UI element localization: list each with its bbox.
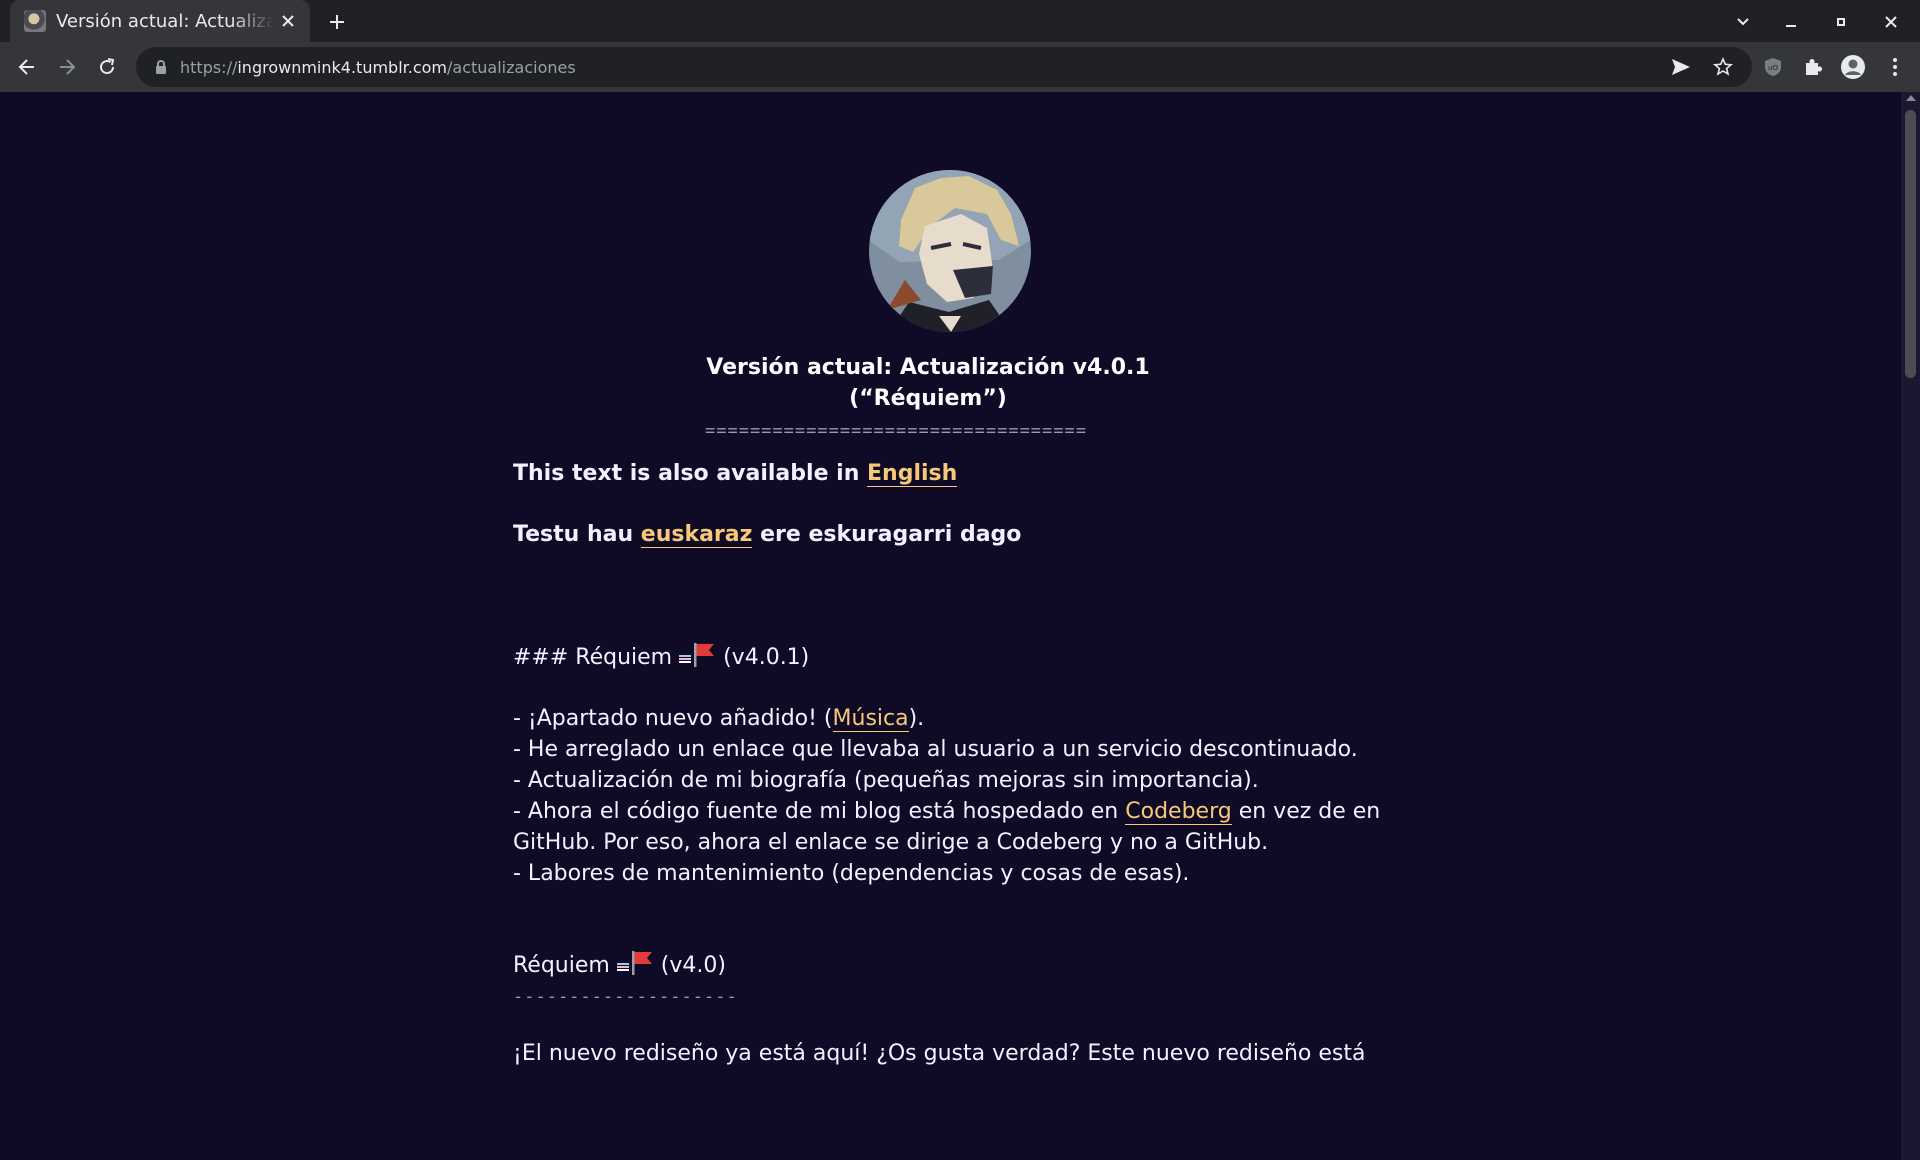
page-scrollbar[interactable] [1901, 92, 1920, 1160]
bullet-codeberg-continued: GitHub. Por eso, ahora el enlace se diri… [513, 830, 1269, 855]
minimize-icon[interactable] [1776, 7, 1806, 37]
bookmark-star-icon[interactable] [1708, 52, 1738, 82]
page-viewport: Versión actual: Actualización v4.0.1 (“R… [0, 92, 1901, 1160]
url-scheme: https:// [180, 57, 238, 77]
tab-strip: Versión actual: Actualización v4.0.1 [0, 0, 1920, 42]
red-flag-icon [630, 950, 654, 985]
bullet-fixed-link: - He arreglado un enlace que llevaba al … [513, 737, 1358, 762]
trans-flag-icon [679, 645, 692, 676]
scrollbar-thumb[interactable] [1905, 110, 1916, 378]
close-window-icon[interactable] [1876, 7, 1906, 37]
trans-flag-icon [616, 953, 629, 984]
forward-icon[interactable] [52, 52, 82, 82]
favicon-icon [24, 10, 46, 32]
browser-menu-icon[interactable] [1880, 52, 1910, 82]
close-tab-icon[interactable] [276, 9, 300, 33]
send-icon[interactable] [1666, 52, 1696, 82]
post-title-line2: (“Réquiem”) [849, 386, 1007, 411]
new-tab-icon[interactable] [322, 7, 352, 37]
bullet-codeberg: - Ahora el código fuente de mi blog está… [513, 799, 1381, 825]
section-heading-v401: ### Réquiem (v4.0.1) [513, 642, 809, 677]
section-heading-v40: Réquiem (v4.0) [513, 950, 726, 985]
basque-availability-note: Testu hau euskaraz ere eskuragarri dago [513, 522, 1022, 548]
url-path: /actualizaciones [447, 57, 576, 77]
svg-text:uO: uO [1768, 64, 1778, 72]
address-bar[interactable]: https://ingrownmink4.tumblr.com/actualiz… [136, 47, 1752, 87]
partial-paragraph: ¡El nuevo rediseño ya está aquí! ¿Os gus… [513, 1041, 1366, 1066]
extensions-puzzle-icon[interactable] [1798, 52, 1828, 82]
post-title-line1: Versión actual: Actualización v4.0.1 [706, 355, 1150, 380]
bullet-new-section: - ¡Apartado nuevo añadido! (Música). [513, 706, 925, 732]
tab-search-chevron-icon[interactable] [1728, 7, 1758, 37]
red-flag-icon [692, 642, 716, 677]
reload-icon[interactable] [92, 52, 122, 82]
euskaraz-link[interactable]: euskaraz [640, 522, 753, 548]
browser-tab[interactable]: Versión actual: Actualización v4.0.1 [10, 0, 310, 42]
title-underline-rule: ================================== [705, 421, 1087, 441]
profile-avatar-icon[interactable] [1838, 52, 1868, 82]
maximize-icon[interactable] [1826, 7, 1856, 37]
url-text[interactable]: https://ingrownmink4.tumblr.com/actualiz… [180, 58, 576, 77]
scroll-up-icon[interactable] [1906, 95, 1916, 101]
english-availability-note: This text is also available in English [513, 461, 958, 487]
tab-title: Versión actual: Actualización v4.0.1 [56, 10, 274, 32]
browser-toolbar: https://ingrownmink4.tumblr.com/actualiz… [0, 42, 1920, 92]
english-link[interactable]: English [867, 461, 958, 487]
back-icon[interactable] [12, 52, 42, 82]
bullet-bio-update: - Actualización de mi biografía (pequeña… [513, 768, 1259, 793]
ublock-shield-icon[interactable]: uO [1758, 52, 1788, 82]
section-underline-rule: -------------------- [513, 987, 738, 1007]
musica-link[interactable]: Música [832, 706, 909, 732]
blog-avatar[interactable] [869, 170, 1031, 332]
bullet-maintenance: - Labores de mantenimiento (dependencias… [513, 861, 1190, 886]
url-host: ingrownmink4.tumblr.com [237, 57, 448, 77]
lock-icon[interactable] [150, 59, 172, 75]
codeberg-link[interactable]: Codeberg [1125, 799, 1232, 825]
